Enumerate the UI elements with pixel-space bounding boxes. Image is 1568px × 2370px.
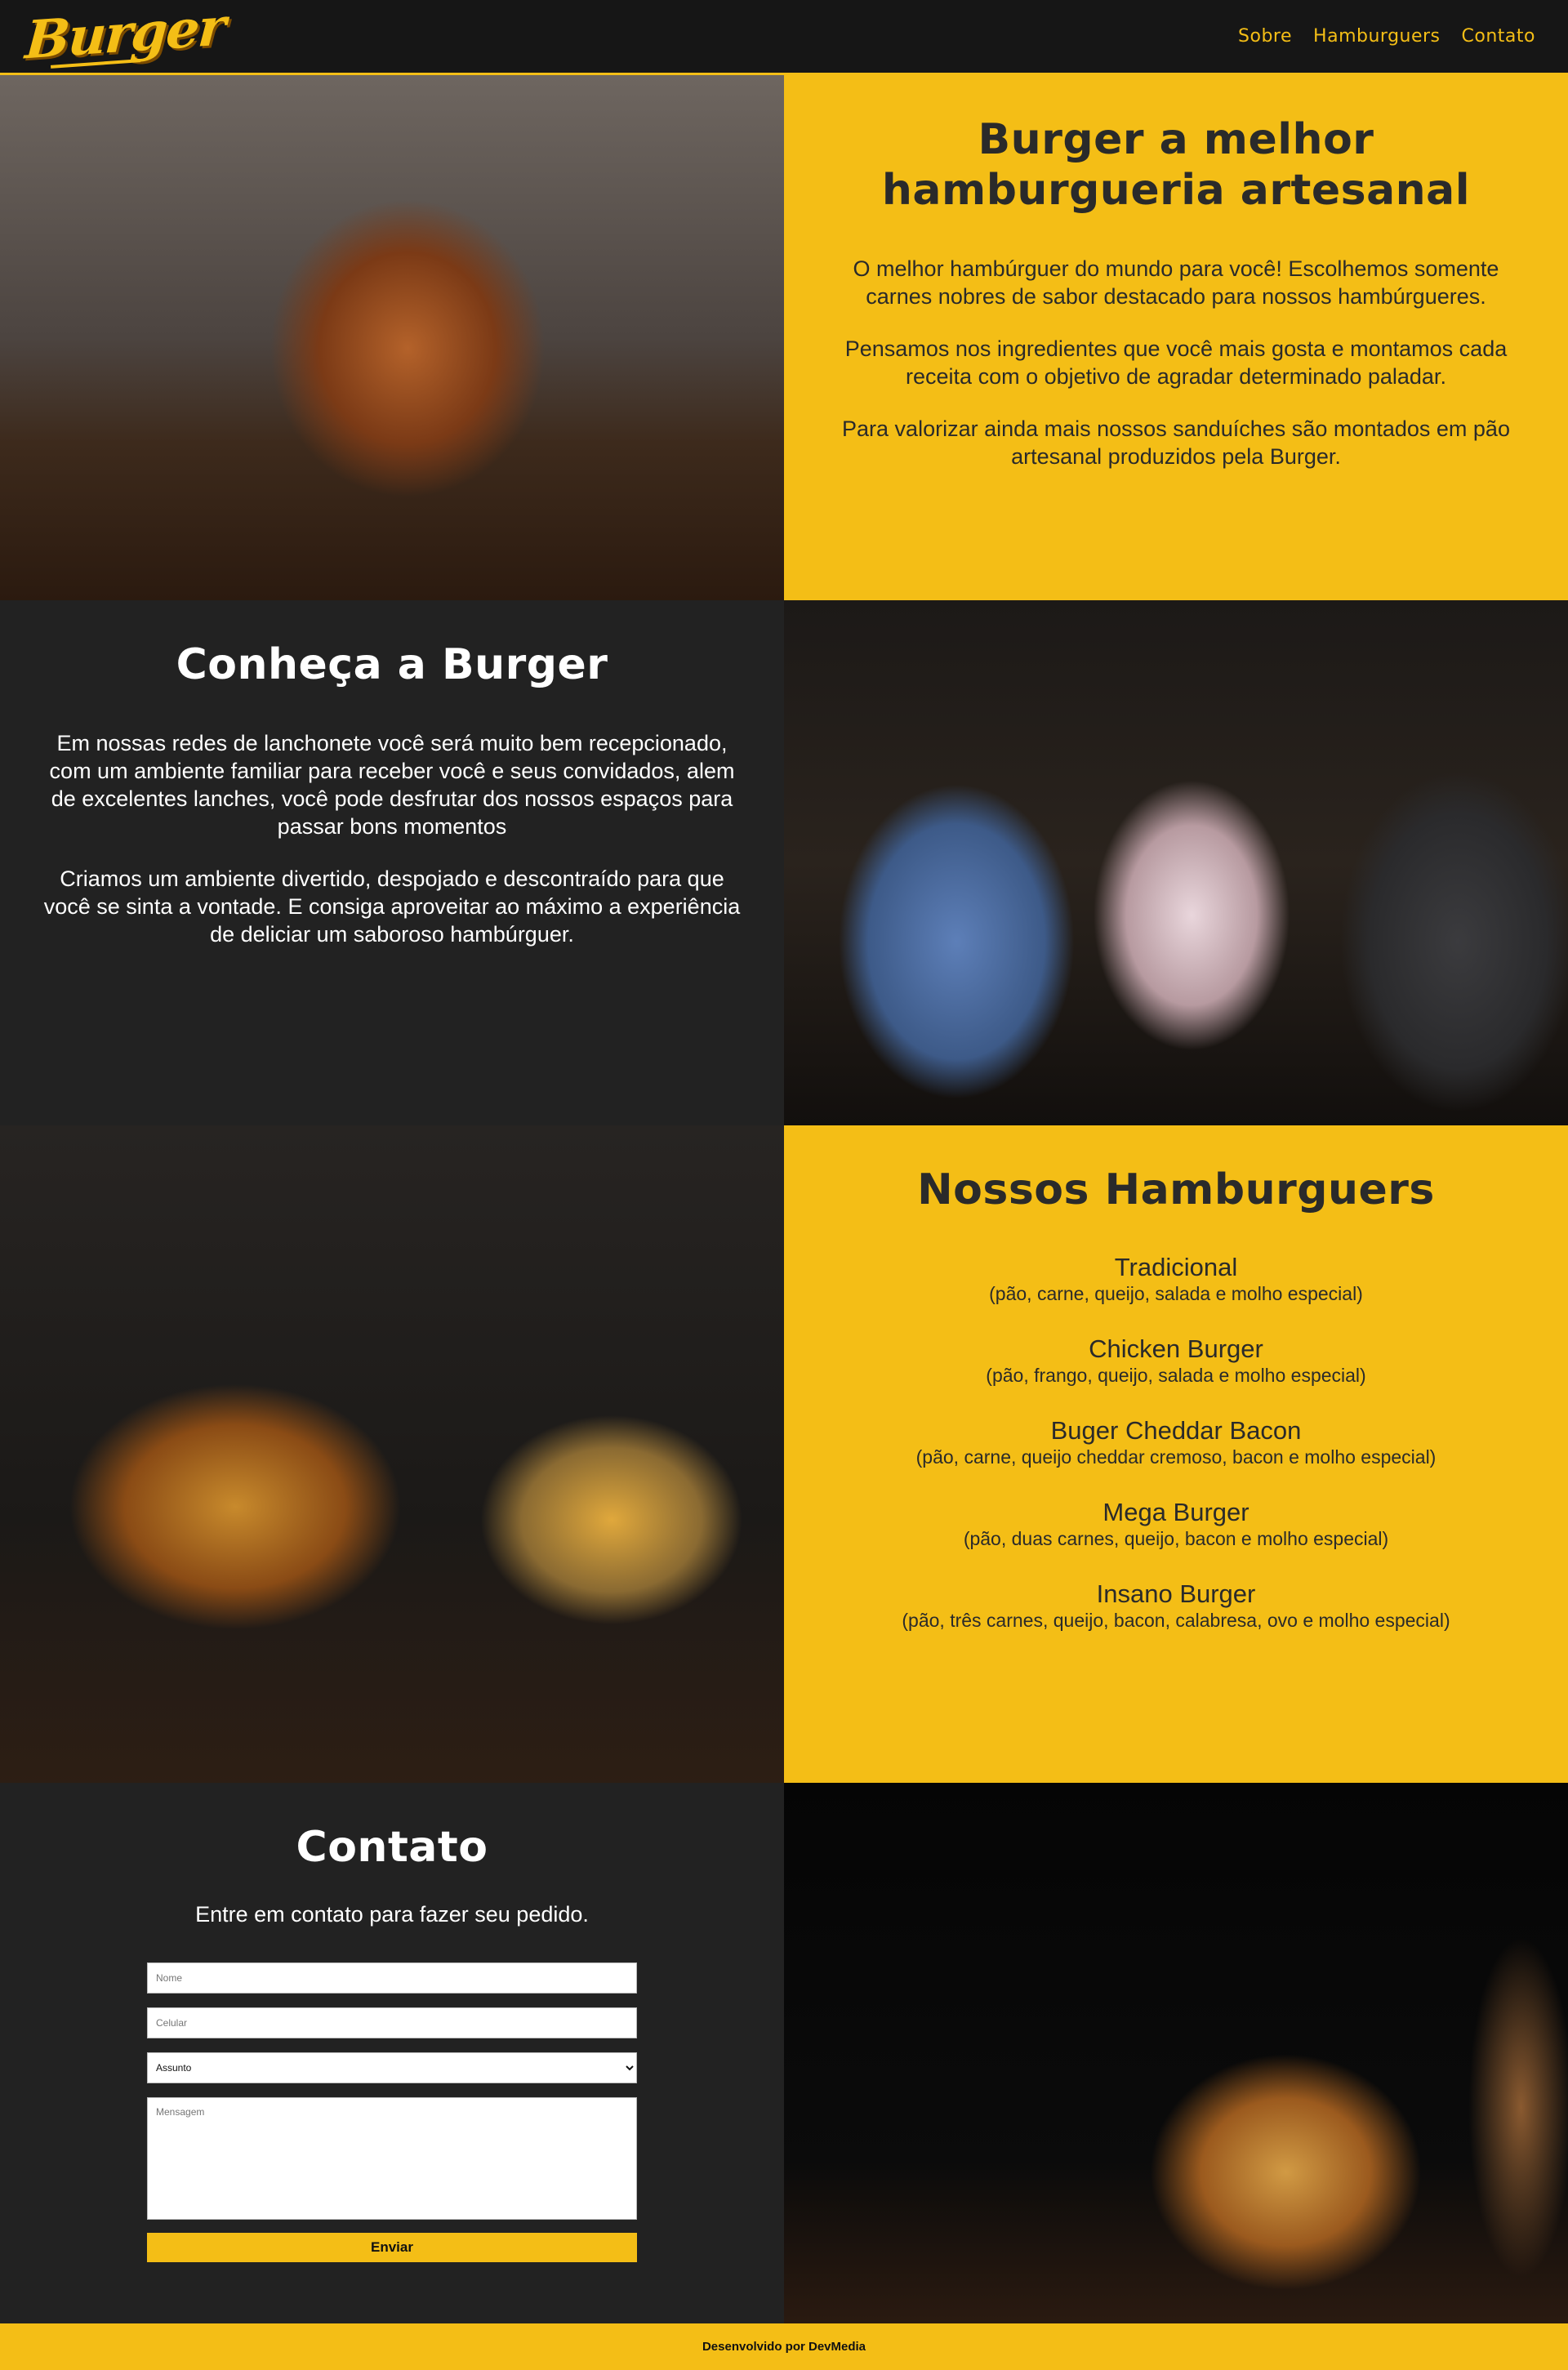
know-paragraph-1: Em nossas redes de lanchonete você será … <box>49 731 735 839</box>
about-paragraph-2: Pensamos nos ingredientes que você mais … <box>844 336 1508 389</box>
contact-subtitle: Entre em contato para fazer seu pedido. <box>195 1902 589 1927</box>
logo[interactable]: Burger <box>24 0 227 71</box>
menu-list: Tradicional (pão, carne, queijo, salada … <box>825 1253 1527 1632</box>
main-nav: Sobre Hamburguers Contato <box>1238 26 1535 47</box>
menu-text: Nossos Hamburguers Tradicional (pão, car… <box>784 1125 1568 1783</box>
restaurant-photo <box>784 600 1568 1125</box>
menu-item-name: Insano Burger <box>1096 1579 1256 1608</box>
menu-section: Nossos Hamburguers Tradicional (pão, car… <box>0 1125 1568 1783</box>
burger-photo-1 <box>0 75 784 600</box>
burger-photo-2 <box>0 1125 784 1783</box>
know-text: Conheça a Burger Em nossas redes de lanc… <box>0 600 784 1125</box>
contact-form: Assunto Enviar <box>147 1962 637 2262</box>
menu-item-desc: (pão, carne, queijo cheddar cremoso, bac… <box>915 1446 1437 1468</box>
name-input[interactable] <box>147 1962 637 1994</box>
menu-item-desc: (pão, três carnes, queijo, bacon, calabr… <box>902 1610 1450 1631</box>
menu-item-name: Tradicional <box>1114 1253 1238 1281</box>
menu-item-name: Chicken Burger <box>1089 1334 1263 1363</box>
site-header: Burger Sobre Hamburguers Contato <box>0 0 1568 75</box>
contact-form-column: Contato Entre em contato para fazer seu … <box>0 1783 784 2323</box>
know-title: Conheça a Burger <box>176 640 608 689</box>
about-paragraph-1: O melhor hambúrguer do mundo para você! … <box>853 256 1499 309</box>
menu-item: Insano Burger (pão, três carnes, queijo,… <box>825 1579 1527 1632</box>
about-section: Burger a melhor hamburgueria artesanal O… <box>0 75 1568 600</box>
burger-image <box>0 75 784 600</box>
menu-item-name: Buger Cheddar Bacon <box>1050 1416 1302 1445</box>
menu-title: Nossos Hamburguers <box>917 1165 1435 1214</box>
know-section: Conheça a Burger Em nossas redes de lanc… <box>0 600 1568 1125</box>
menu-item-desc: (pão, carne, queijo, salada e molho espe… <box>989 1283 1363 1304</box>
nav-link-contato[interactable]: Contato <box>1462 26 1535 47</box>
phone-input[interactable] <box>147 2007 637 2038</box>
footer-credit: Desenvolvido por DevMedia <box>702 2340 866 2354</box>
menu-item: Mega Burger (pão, duas carnes, queijo, b… <box>825 1498 1527 1550</box>
know-paragraph-2: Criamos um ambiente divertido, despojado… <box>43 866 741 947</box>
burger-fries-image <box>0 1125 784 1783</box>
burger-photo-3 <box>784 1783 1568 2323</box>
about-title: Burger a melhor hamburgueria artesanal <box>881 115 1471 215</box>
about-paragraph-3: Para valorizar ainda mais nossos sanduíc… <box>842 417 1510 469</box>
menu-item-desc: (pão, frango, queijo, salada e molho esp… <box>986 1365 1366 1386</box>
menu-item-name: Mega Burger <box>1102 1498 1250 1526</box>
nav-link-hamburguers[interactable]: Hamburguers <box>1313 26 1440 47</box>
menu-item: Chicken Burger (pão, frango, queijo, sal… <box>825 1334 1527 1387</box>
menu-item-desc: (pão, duas carnes, queijo, bacon e molho… <box>963 1528 1389 1549</box>
menu-item: Buger Cheddar Bacon (pão, carne, queijo … <box>825 1416 1527 1468</box>
people-eating-image <box>784 600 1568 1125</box>
contact-section: Contato Entre em contato para fazer seu … <box>0 1783 1568 2323</box>
logo-text: Burger <box>23 0 227 71</box>
subject-select[interactable]: Assunto <box>147 2052 637 2083</box>
nav-link-sobre[interactable]: Sobre <box>1238 26 1292 47</box>
site-footer: Desenvolvido por DevMedia <box>0 2323 1568 2370</box>
about-text: Burger a melhor hamburgueria artesanal O… <box>784 75 1568 600</box>
submit-button[interactable]: Enviar <box>147 2233 637 2262</box>
menu-item: Tradicional (pão, carne, queijo, salada … <box>825 1253 1527 1305</box>
contact-title: Contato <box>296 1823 488 1872</box>
message-textarea[interactable] <box>147 2097 637 2220</box>
burger-knife-image <box>784 1783 1568 2323</box>
